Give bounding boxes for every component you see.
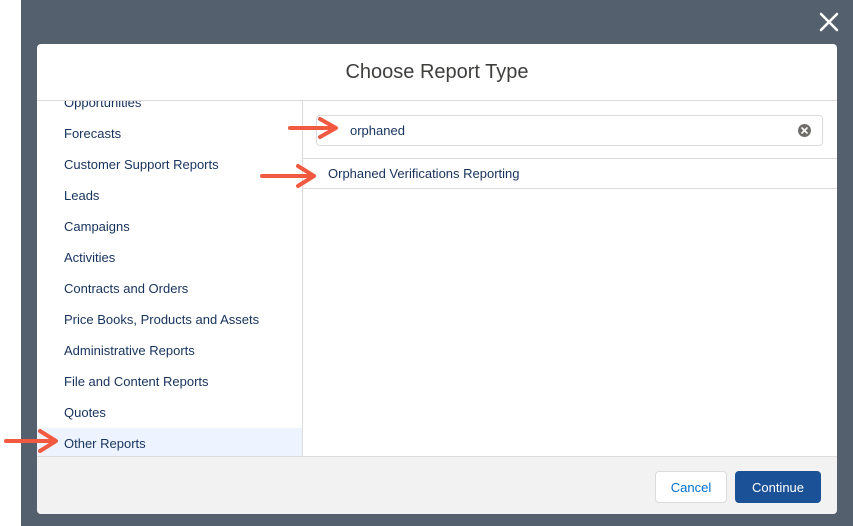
report-type-results-pane: Orphaned Verifications Reporting (303, 101, 837, 456)
modal-title: Choose Report Type (345, 60, 529, 83)
arrow-right-icon (260, 164, 316, 188)
category-item-forecasts[interactable]: Forecasts (37, 118, 302, 149)
category-item-other-reports[interactable]: Other Reports (37, 428, 302, 456)
result-item-orphaned-verifications[interactable]: Orphaned Verifications Reporting (303, 159, 837, 189)
continue-button[interactable]: Continue (735, 471, 821, 503)
category-item-price-books-products-assets[interactable]: Price Books, Products and Assets (37, 304, 302, 335)
category-list-pane: Opportunities Forecasts Customer Support… (37, 101, 303, 456)
modal-footer: Cancel Continue (37, 456, 837, 514)
modal-header: Choose Report Type (37, 44, 837, 101)
category-item-campaigns[interactable]: Campaigns (37, 211, 302, 242)
category-item-opportunities[interactable]: Opportunities (37, 101, 302, 118)
close-icon[interactable] (815, 8, 843, 36)
category-item-contracts-and-orders[interactable]: Contracts and Orders (37, 273, 302, 304)
category-item-file-and-content-reports[interactable]: File and Content Reports (37, 366, 302, 397)
arrow-right-icon (4, 429, 58, 453)
arrow-right-icon (288, 117, 338, 139)
category-item-administrative-reports[interactable]: Administrative Reports (37, 335, 302, 366)
category-item-activities[interactable]: Activities (37, 242, 302, 273)
search-box (316, 115, 823, 146)
cancel-button[interactable]: Cancel (655, 471, 727, 503)
category-item-quotes[interactable]: Quotes (37, 397, 302, 428)
category-list: Opportunities Forecasts Customer Support… (37, 101, 302, 456)
clear-search-icon[interactable] (797, 123, 812, 138)
search-input[interactable] (317, 116, 787, 145)
report-type-modal: Choose Report Type Opportunities Forecas… (37, 44, 837, 514)
